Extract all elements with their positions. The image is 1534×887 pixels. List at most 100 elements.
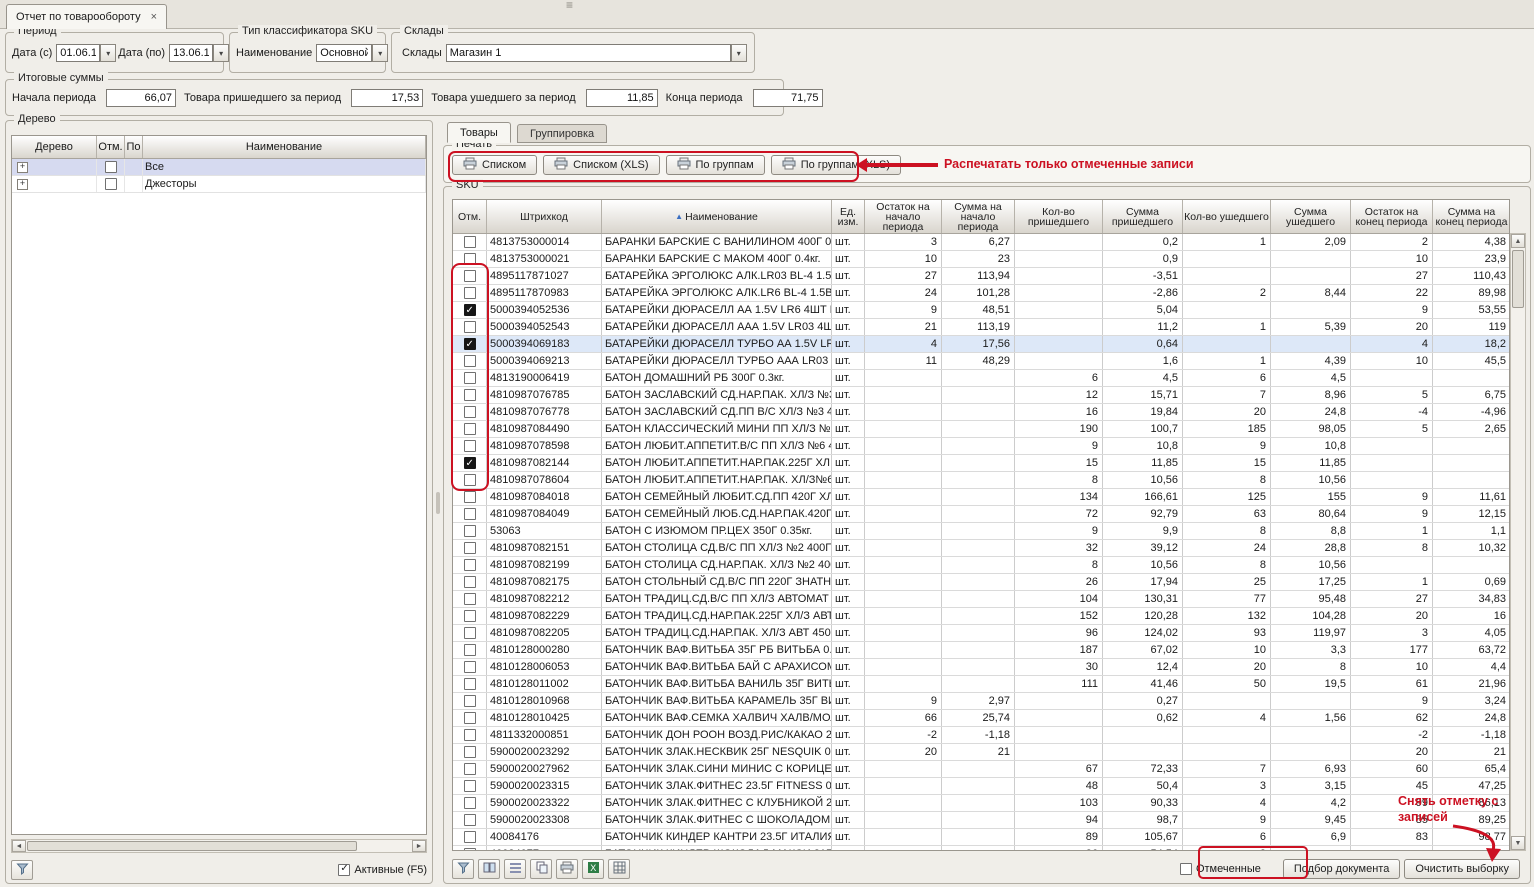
print-button[interactable]: По группам [666,155,765,175]
sku-check-cell[interactable] [453,727,487,743]
columns-button[interactable] [478,859,500,879]
marked-checkbox[interactable] [1180,863,1192,875]
sku-type-dropdown-icon[interactable]: ▾ [372,44,388,62]
tree-row-checkbox[interactable] [105,161,117,173]
sku-row[interactable]: 4810128010425БАТОНЧИК ВАФ.СЕМКА ХАЛВИЧ Х… [453,710,1509,727]
sku-column-header[interactable]: Остаток на конец периода [1351,200,1433,233]
row-checkbox[interactable] [464,304,476,316]
sku-check-cell[interactable] [453,710,487,726]
expand-icon[interactable]: + [17,179,28,190]
row-checkbox[interactable] [464,559,476,571]
sku-row[interactable]: 5000394069183БАТАРЕЙКИ ДЮРАСЕЛЛ ТУРБО АА… [453,336,1509,353]
pick-document-button[interactable]: Подбор документа [1283,859,1400,879]
sku-row[interactable]: 4810987082212БАТОН ТРАДИЦ.СД.В/С ПП ХЛ/З… [453,591,1509,608]
sku-check-cell[interactable] [453,744,487,760]
print-button[interactable]: По группам (XLS) [771,155,901,175]
row-checkbox[interactable] [464,797,476,809]
sku-check-cell[interactable] [453,472,487,488]
warehouses-dropdown-icon[interactable]: ▾ [731,44,747,62]
sku-row[interactable]: 4810987078598БАТОН ЛЮБИТ.АППЕТИТ.В/С ПП … [453,438,1509,455]
row-checkbox[interactable] [464,814,476,826]
sku-column-header[interactable]: Остаток на начало периода [865,200,942,233]
row-checkbox[interactable] [464,321,476,333]
sku-check-cell[interactable] [453,319,487,335]
row-checkbox[interactable] [464,474,476,486]
row-checkbox[interactable] [464,678,476,690]
tree-hscroll-thumb[interactable] [27,841,357,851]
total-out-value[interactable] [586,89,658,107]
row-checkbox[interactable] [464,712,476,724]
date-from-input[interactable] [56,44,100,62]
total-end-value[interactable] [753,89,823,107]
row-checkbox[interactable] [464,695,476,707]
date-from-picker-icon[interactable]: ▾ [100,44,116,62]
row-checkbox[interactable] [464,525,476,537]
date-to-picker-icon[interactable]: ▾ [213,44,229,62]
sku-row[interactable]: 53063БАТОН С ИЗЮМОМ ПР.ЦЕХ 350Г 0.35кг.ш… [453,523,1509,540]
sku-check-cell[interactable] [453,608,487,624]
row-checkbox[interactable] [464,780,476,792]
scroll-down-icon[interactable]: ▼ [1511,836,1525,850]
tree-filter-button[interactable] [11,860,33,880]
sku-column-header[interactable]: Сумма на начало периода [942,200,1015,233]
row-checkbox[interactable] [464,270,476,282]
active-checkbox-label[interactable]: Активные (F5) [338,864,427,876]
tree-column-header[interactable]: Дерево [12,136,97,158]
filter-button[interactable] [452,859,474,879]
scroll-left-icon[interactable]: ◄ [12,840,26,852]
sku-row[interactable]: 4810987084018БАТОН СЕМЕЙНЫЙ ЛЮБИТ.СД.ПП … [453,489,1509,506]
sku-row[interactable]: 4810987082144БАТОН ЛЮБИТ.АППЕТИТ.НАР.ПАК… [453,455,1509,472]
grid-button[interactable] [608,859,630,879]
sku-check-cell[interactable] [453,693,487,709]
sku-row[interactable]: 4810128011002БАТОНЧИК ВАФ.ВИТЬБА ВАНИЛЬ … [453,676,1509,693]
close-tab-icon[interactable]: × [151,11,157,23]
print-button[interactable]: Списком (XLS) [543,155,659,175]
sku-column-header[interactable]: Сумма на конец периода [1433,200,1510,233]
sku-row[interactable]: 4810987078604БАТОН ЛЮБИТ.АППЕТИТ.НАР.ПАК… [453,472,1509,489]
sku-check-cell[interactable] [453,506,487,522]
sku-check-cell[interactable] [453,370,487,386]
sku-row[interactable]: 4810987082229БАТОН ТРАДИЦ.СД.НАР.ПАК.225… [453,608,1509,625]
sku-check-cell[interactable] [453,778,487,794]
sku-check-cell[interactable] [453,829,487,845]
sku-check-cell[interactable] [453,336,487,352]
sku-check-cell[interactable] [453,353,487,369]
sku-column-header[interactable]: Сумма пришедшего [1103,200,1183,233]
row-checkbox[interactable] [464,627,476,639]
sku-check-cell[interactable] [453,268,487,284]
row-checkbox[interactable] [464,355,476,367]
sku-row[interactable]: 4813190006419БАТОН ДОМАШНИЙ РБ 300Г 0.3к… [453,370,1509,387]
sku-column-header[interactable]: ▲Наименование [602,200,832,233]
row-checkbox[interactable] [464,508,476,520]
tree-column-header[interactable]: По [125,136,143,158]
sku-row[interactable]: 4810128006053БАТОНЧИК ВАФ.ВИТЬБА БАЙ С А… [453,659,1509,676]
sku-row[interactable]: 4810987082199БАТОН СТОЛИЦА СД.НАР.ПАК. Х… [453,557,1509,574]
sku-check-cell[interactable] [453,812,487,828]
row-checkbox[interactable] [464,661,476,673]
sku-row[interactable]: 5900020023322БАТОНЧИК ЗЛАК.ФИТНЕС С КЛУБ… [453,795,1509,812]
sku-check-cell[interactable] [453,234,487,250]
row-checkbox[interactable] [464,372,476,384]
row-checkbox[interactable] [464,338,476,350]
sku-check-cell[interactable] [453,285,487,301]
total-in-value[interactable] [351,89,423,107]
sku-check-cell[interactable] [453,251,487,267]
sku-row[interactable]: 4895117871027БАТАРЕЙКА ЭРГОЛЮКС АЛК.LR03… [453,268,1509,285]
row-checkbox[interactable] [464,576,476,588]
scroll-up-icon[interactable]: ▲ [1511,234,1525,248]
row-checkbox[interactable] [464,610,476,622]
sku-row[interactable]: 4895117870983БАТАРЕЙКА ЭРГОЛЮКС АЛК.LR6 … [453,285,1509,302]
row-checkbox[interactable] [464,593,476,605]
row-checkbox[interactable] [464,440,476,452]
sku-vscrollbar[interactable]: ▲ ▼ [1510,233,1526,851]
sku-check-cell[interactable] [453,574,487,590]
tree-column-header[interactable]: Наименование [143,136,426,158]
marked-checkbox-label[interactable]: Отмеченные [1180,863,1261,875]
active-checkbox[interactable] [338,864,350,876]
row-checkbox[interactable] [464,457,476,469]
tree-row[interactable]: +Джесторы [12,176,426,193]
row-checkbox[interactable] [464,848,476,851]
sku-row[interactable]: 4813753000014БАРАНКИ БАРСКИЕ С ВАНИЛИНОМ… [453,234,1509,251]
sku-row[interactable]: 40084176БАТОНЧИК КИНДЕР КАНТРИ 23.5Г ИТА… [453,829,1509,846]
sku-check-cell[interactable] [453,557,487,573]
